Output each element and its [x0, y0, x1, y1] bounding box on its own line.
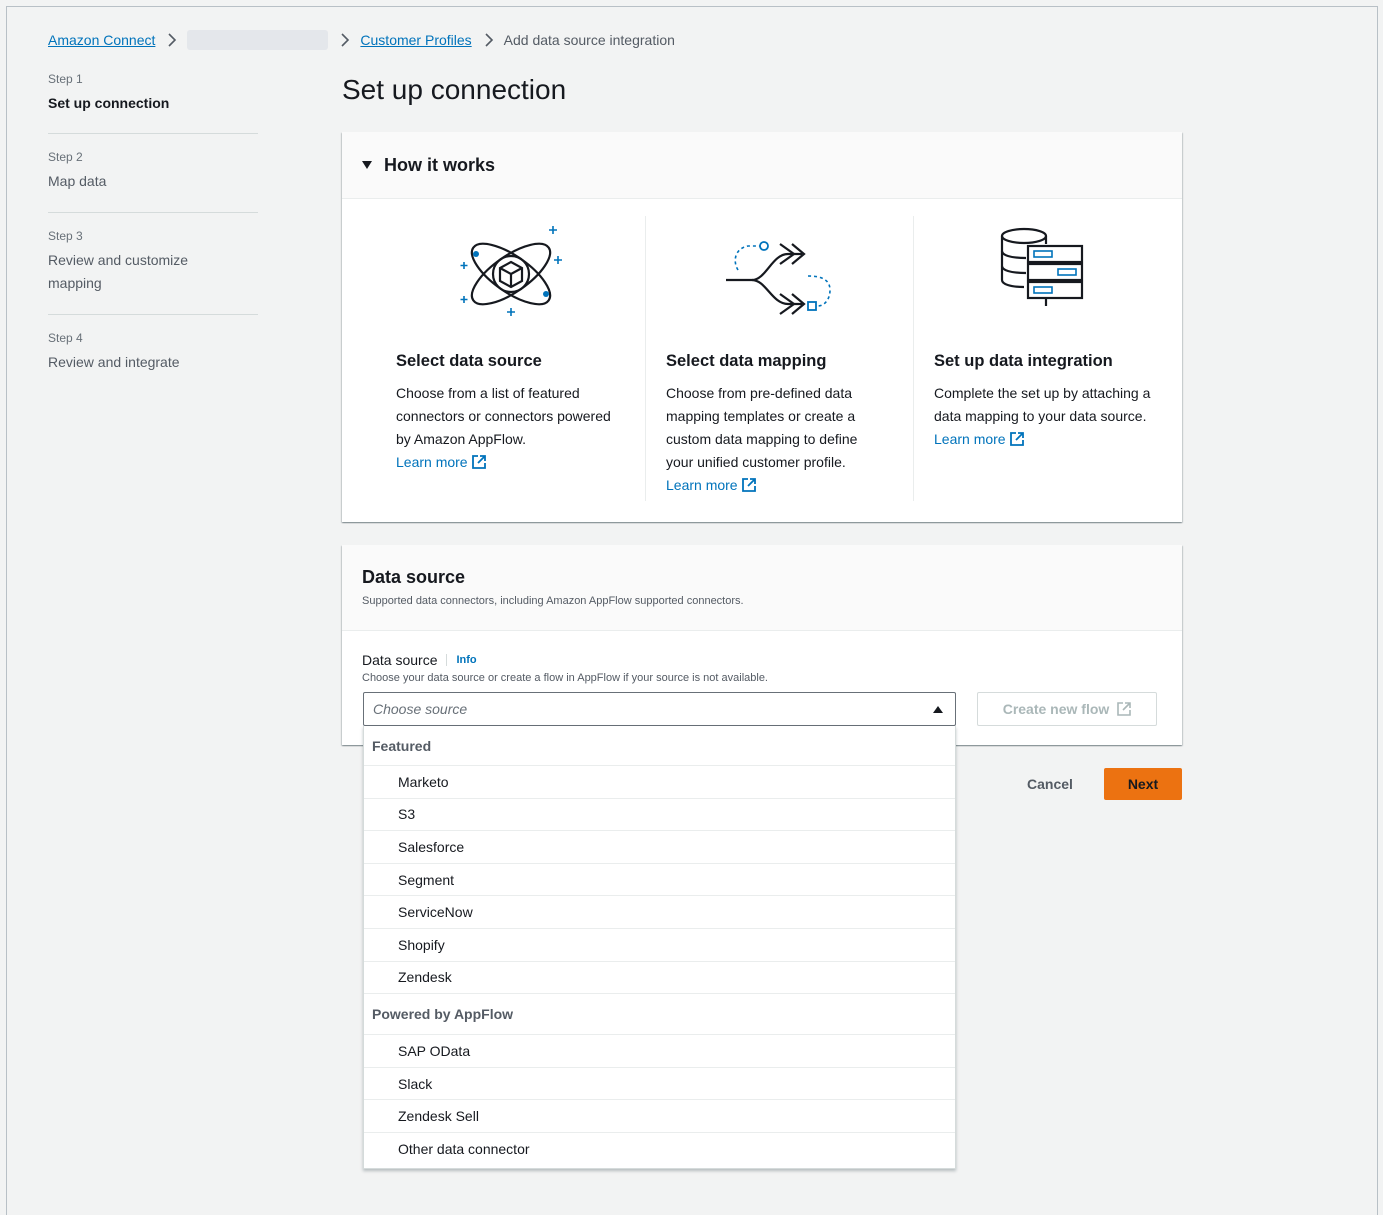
dropdown-group-appflow: Powered by AppFlow	[364, 994, 955, 1036]
how-column-title: Select data mapping	[666, 352, 827, 370]
breadcrumb-customer-profiles-link[interactable]: Customer Profiles	[360, 32, 471, 48]
dropdown-option[interactable]: Zendesk Sell	[364, 1100, 955, 1133]
chevron-right-icon	[484, 33, 494, 47]
step-title: Review and customize mapping	[48, 252, 189, 291]
how-column-text: Choose from pre-defined data mapping tem…	[666, 385, 858, 493]
learn-more-link[interactable]: Learn more	[666, 477, 756, 493]
how-column-setup-integration: Set up data integration Complete the set…	[934, 216, 1174, 501]
step-number: Step 2	[48, 150, 83, 164]
cancel-button[interactable]: Cancel	[1008, 768, 1092, 800]
database-servers-icon	[1000, 227, 1084, 306]
breadcrumb-current: Add data source integration	[503, 32, 675, 48]
wizard-steps-nav: Step 1 Set up connection Step 2 Map data…	[48, 70, 258, 406]
dropdown-option[interactable]: Marketo	[364, 766, 955, 799]
step-title: Set up connection	[48, 95, 170, 111]
data-source-field-label-row: Data source Info	[362, 652, 477, 668]
data-source-select[interactable]: Choose source	[363, 692, 956, 726]
step-title: Review and integrate	[48, 354, 180, 370]
caret-up-icon	[933, 705, 943, 713]
breadcrumb: Amazon Connect Customer Profiles Add dat…	[48, 30, 675, 50]
wizard-step-3: Step 3 Review and customize mapping	[48, 227, 258, 315]
data-source-header: Data source Supported data connectors, i…	[342, 545, 1182, 631]
step-number: Step 1	[48, 72, 83, 86]
chevron-right-icon	[340, 33, 350, 47]
how-column-select-source: Select data source Choose from a list of…	[396, 216, 646, 501]
column-divider	[645, 216, 646, 501]
wizard-step-4: Step 4 Review and integrate	[48, 329, 258, 392]
dropdown-option[interactable]: SAP OData	[364, 1035, 955, 1068]
dropdown-option[interactable]: Shopify	[364, 929, 955, 962]
select-placeholder: Choose source	[373, 701, 468, 717]
caret-down-icon	[362, 161, 372, 169]
how-it-works-columns: Select data source Choose from a list of…	[342, 216, 1182, 501]
external-link-icon	[741, 478, 756, 492]
how-it-works-title: How it works	[384, 154, 496, 175]
how-it-works-toggle[interactable]: How it works	[342, 132, 1182, 199]
data-source-dropdown: Featured Marketo S3 Salesforce Segment S…	[363, 726, 956, 1169]
wizard-step-2: Step 2 Map data	[48, 148, 258, 213]
how-column-select-mapping: Select data mapping Choose from pre-defi…	[666, 216, 916, 501]
chevron-right-icon	[167, 33, 177, 47]
dropdown-option[interactable]: Other data connector	[364, 1133, 955, 1166]
wizard-step-1[interactable]: Step 1 Set up connection	[48, 70, 258, 134]
dropdown-option[interactable]: Segment	[364, 864, 955, 897]
dropdown-option[interactable]: Salesforce	[364, 831, 955, 864]
learn-more-link[interactable]: Learn more	[934, 431, 1024, 447]
page-title: Set up connection	[342, 74, 567, 105]
external-link-icon	[471, 455, 486, 469]
how-it-works-panel: How it works Select data source Choose f…	[342, 132, 1182, 522]
how-column-text: Complete the set up by attaching a data …	[934, 385, 1151, 447]
mapping-arrows-icon	[726, 241, 831, 315]
how-column-title: Set up data integration	[934, 352, 1113, 370]
dropdown-option[interactable]: S3	[364, 799, 955, 832]
dropdown-group-featured: Featured	[364, 726, 955, 766]
info-link[interactable]: Info	[446, 654, 477, 666]
data-source-field-label: Data source	[362, 652, 438, 668]
external-link-icon	[1009, 432, 1024, 446]
create-new-flow-button[interactable]: Create new flow	[977, 692, 1157, 726]
step-number: Step 4	[48, 331, 83, 345]
external-link-icon	[1117, 702, 1132, 716]
column-divider	[913, 216, 914, 501]
breadcrumb-amazon-connect-link[interactable]: Amazon Connect	[48, 32, 155, 48]
dropdown-option[interactable]: Zendesk	[364, 962, 955, 995]
data-source-description: Supported data connectors, including Ama…	[362, 595, 744, 607]
next-button[interactable]: Next	[1104, 768, 1182, 800]
data-source-title: Data source	[362, 567, 466, 587]
atom-cube-icon	[460, 226, 562, 316]
breadcrumb-redacted-instance[interactable]	[187, 30, 329, 50]
data-source-field-description: Choose your data source or create a flow…	[362, 672, 768, 684]
learn-more-link[interactable]: Learn more	[396, 454, 486, 470]
dropdown-option[interactable]: Slack	[364, 1068, 955, 1101]
how-column-text: Choose from a list of featured connector…	[396, 385, 611, 470]
step-number: Step 3	[48, 229, 83, 243]
how-column-title: Select data source	[396, 352, 542, 370]
dropdown-option[interactable]: ServiceNow	[364, 896, 955, 929]
step-title: Map data	[48, 173, 107, 189]
